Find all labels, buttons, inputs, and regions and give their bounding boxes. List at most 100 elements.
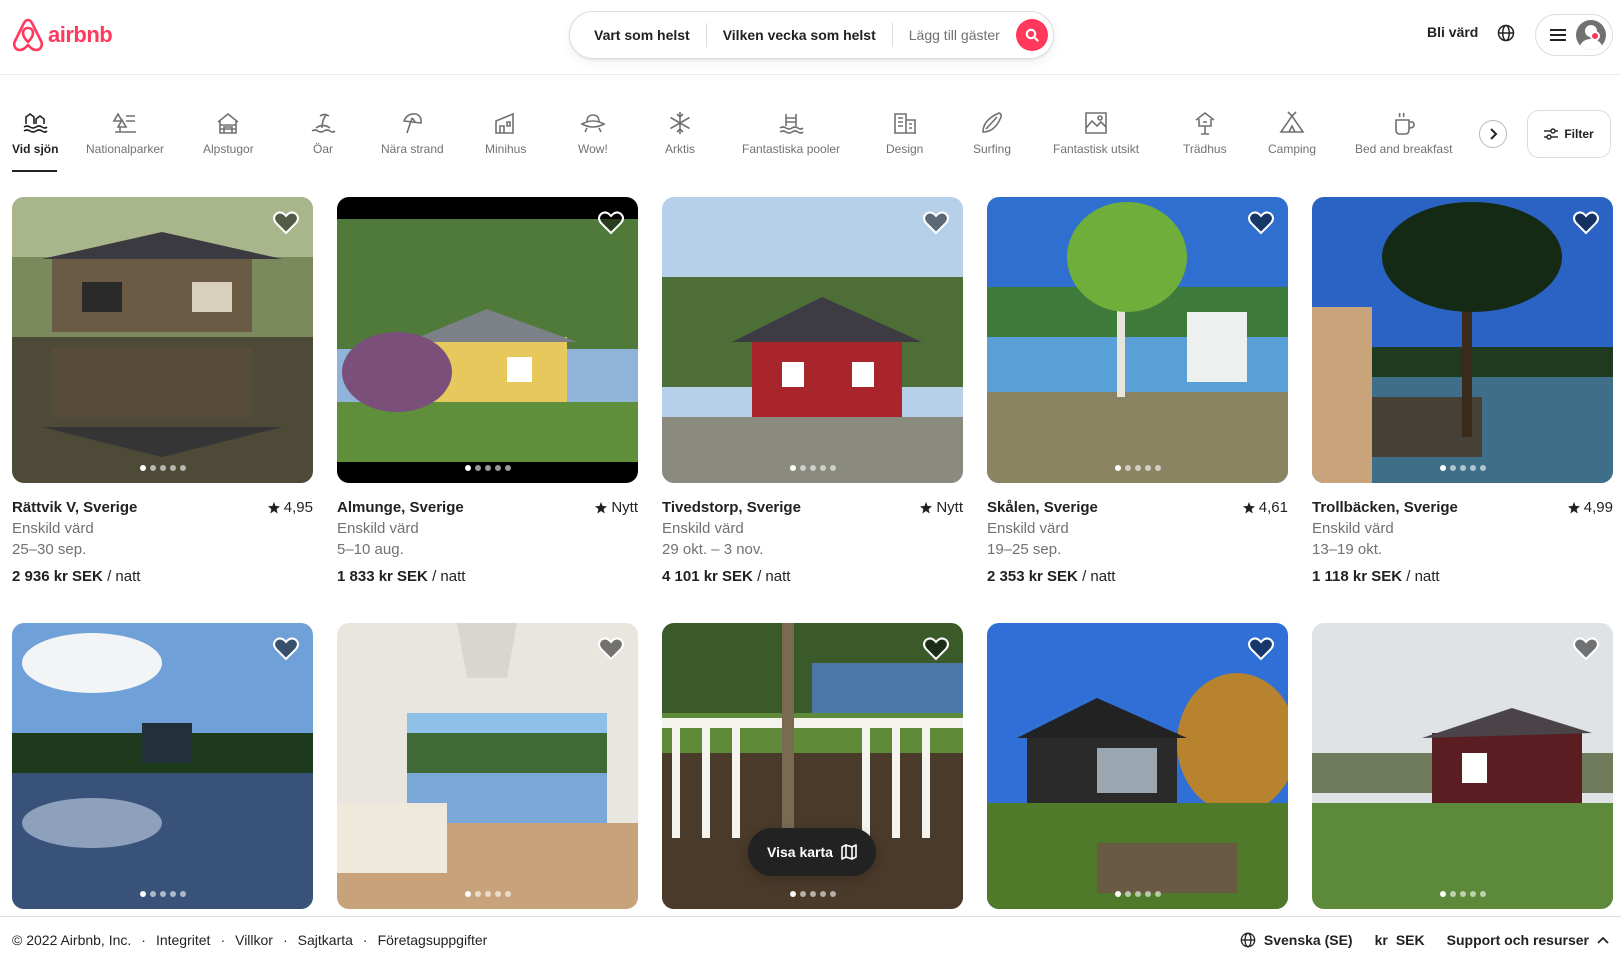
footer-link-terms[interactable]: Villkor — [235, 932, 273, 948]
category-pools[interactable]: Fantastiska pooler — [742, 104, 840, 156]
category-tiny-homes[interactable]: Minihus — [485, 104, 526, 156]
dot-separator: · — [282, 932, 288, 948]
category-label: Vid sjön — [12, 142, 59, 156]
listing-card[interactable]: Trollbäcken, Sverige 4,99 Enskild värd 13… — [1312, 197, 1613, 587]
category-label: Arktis — [665, 142, 695, 156]
category-next-button[interactable] — [1479, 120, 1507, 148]
listing-image — [1312, 623, 1613, 909]
favorite-heart-icon[interactable] — [923, 637, 949, 666]
category-islands[interactable]: Öar — [310, 104, 336, 156]
language-selector[interactable]: Svenska (SE) — [1240, 932, 1353, 948]
listing-location: Tivedstorp, Sverige — [662, 499, 801, 516]
favorite-heart-icon[interactable] — [273, 211, 299, 240]
filter-button[interactable]: Filter — [1527, 110, 1611, 158]
listing-card[interactable]: Rättvik V, Sverige 4,95 Enskild värd 25–3… — [12, 197, 313, 587]
become-host-link[interactable]: Bli värd — [1427, 24, 1478, 40]
listing-price: 1 833 kr SEK / natt — [337, 566, 638, 587]
listing-dates: 5–10 aug. — [337, 541, 404, 558]
cabin-icon — [217, 112, 239, 134]
show-map-button[interactable]: Visa karta — [748, 828, 876, 876]
listing-card[interactable] — [987, 623, 1288, 909]
category-treehouses[interactable]: Trädhus — [1183, 104, 1227, 156]
listing-image — [987, 197, 1288, 483]
category-arctic[interactable]: Arktis — [665, 104, 695, 156]
search-bar[interactable]: Vart som helst Vilken vecka som helst Lä… — [569, 11, 1054, 59]
footer-link-company[interactable]: Företagsuppgifter — [378, 932, 488, 948]
category-bed-breakfast[interactable]: Bed and breakfast — [1355, 104, 1452, 156]
listing-photo[interactable] — [1312, 197, 1613, 483]
listing-card[interactable]: Skålen, Sverige 4,61 Enskild värd 19–25 s… — [987, 197, 1288, 587]
carousel-dots — [464, 465, 511, 471]
tent-icon — [1279, 111, 1305, 133]
listing-location: Trollbäcken, Sverige — [1312, 499, 1458, 516]
listing-location: Skålen, Sverige — [987, 499, 1098, 516]
listing-photo[interactable] — [987, 197, 1288, 483]
search-where[interactable]: Vart som helst — [570, 27, 706, 43]
price-value: 1 833 kr SEK — [337, 568, 428, 585]
language-label: Svenska (SE) — [1263, 932, 1353, 948]
user-menu-button[interactable] — [1535, 14, 1613, 56]
listing-card[interactable] — [337, 623, 638, 909]
chevron-up-icon — [1597, 936, 1609, 944]
footer: © 2022 Airbnb, Inc. · Integritet · Villk… — [0, 916, 1621, 963]
currency-label: SEK — [1395, 932, 1425, 948]
category-camping[interactable]: Camping — [1268, 104, 1316, 156]
dot-separator: · — [220, 932, 226, 948]
dot-separator: · — [362, 932, 368, 948]
listing-card[interactable]: Tivedstorp, Sverige Nytt Enskild värd 29 … — [662, 197, 963, 587]
airbnb-logo[interactable]: airbnb — [12, 18, 113, 52]
search-when[interactable]: Vilken vecka som helst — [707, 27, 892, 43]
price-value: 1 118 kr SEK — [1312, 568, 1403, 585]
favorite-heart-icon[interactable] — [598, 637, 624, 666]
listing-photo[interactable] — [337, 623, 638, 909]
notification-dot — [1590, 31, 1600, 41]
rating-value: 4,95 — [283, 499, 313, 516]
currency-selector[interactable]: kr SEK — [1375, 932, 1425, 948]
carousel-dots — [1439, 891, 1486, 897]
category-beach[interactable]: Nära strand — [381, 104, 444, 156]
listing-host: Enskild värd — [987, 520, 1069, 537]
favorite-heart-icon[interactable] — [598, 211, 624, 240]
footer-link-sitemap[interactable]: Sajtkarta — [298, 932, 353, 948]
listing-dates: 19–25 sep. — [987, 541, 1062, 558]
language-button[interactable] — [1497, 24, 1515, 47]
search-guests[interactable]: Lägg till gäster — [893, 27, 1016, 43]
category-alpine-cabins[interactable]: Alpstugor — [203, 104, 254, 156]
favorite-heart-icon[interactable] — [1248, 637, 1274, 666]
favorite-heart-icon[interactable] — [1248, 211, 1274, 240]
search-button[interactable] — [1015, 19, 1048, 51]
lake-icon — [23, 113, 48, 133]
favorite-heart-icon[interactable] — [1573, 211, 1599, 240]
category-design[interactable]: Design — [886, 104, 923, 156]
listing-card[interactable] — [12, 623, 313, 909]
listing-host: Enskild värd — [337, 520, 419, 537]
favorite-heart-icon[interactable] — [923, 211, 949, 240]
price-value: 2 936 kr SEK — [12, 568, 103, 585]
listing-photo[interactable] — [337, 197, 638, 483]
category-surfing[interactable]: Surfing — [973, 104, 1011, 156]
active-category-underline — [12, 170, 57, 172]
listing-card[interactable]: Almunge, Sverige Nytt Enskild värd 5–10 a… — [337, 197, 638, 587]
footer-link-privacy[interactable]: Integritet — [156, 932, 210, 948]
category-wow[interactable]: Wow! — [578, 104, 608, 156]
view-icon — [1085, 112, 1107, 134]
listing-price: 2 353 kr SEK / natt — [987, 566, 1288, 587]
favorite-heart-icon[interactable] — [1573, 637, 1599, 666]
support-resources-button[interactable]: Support och resurser — [1447, 932, 1609, 948]
listing-photo[interactable] — [1312, 623, 1613, 909]
category-lake[interactable]: Vid sjön — [12, 104, 58, 156]
category-views[interactable]: Fantastisk utsikt — [1053, 104, 1139, 156]
listing-photo[interactable] — [12, 197, 313, 483]
listing-card[interactable] — [1312, 623, 1613, 909]
category-label: Surfing — [973, 142, 1012, 156]
category-national-parks[interactable]: Nationalparker — [86, 104, 164, 156]
listing-image — [662, 197, 963, 483]
carousel-dots — [1114, 465, 1161, 471]
listing-photo[interactable] — [987, 623, 1288, 909]
favorite-heart-icon[interactable] — [273, 637, 299, 666]
listing-photo[interactable] — [12, 623, 313, 909]
listing-photo[interactable] — [662, 197, 963, 483]
show-map-label: Visa karta — [767, 844, 833, 860]
carousel-dots — [1439, 465, 1486, 471]
hamburger-menu-icon — [1550, 29, 1566, 41]
